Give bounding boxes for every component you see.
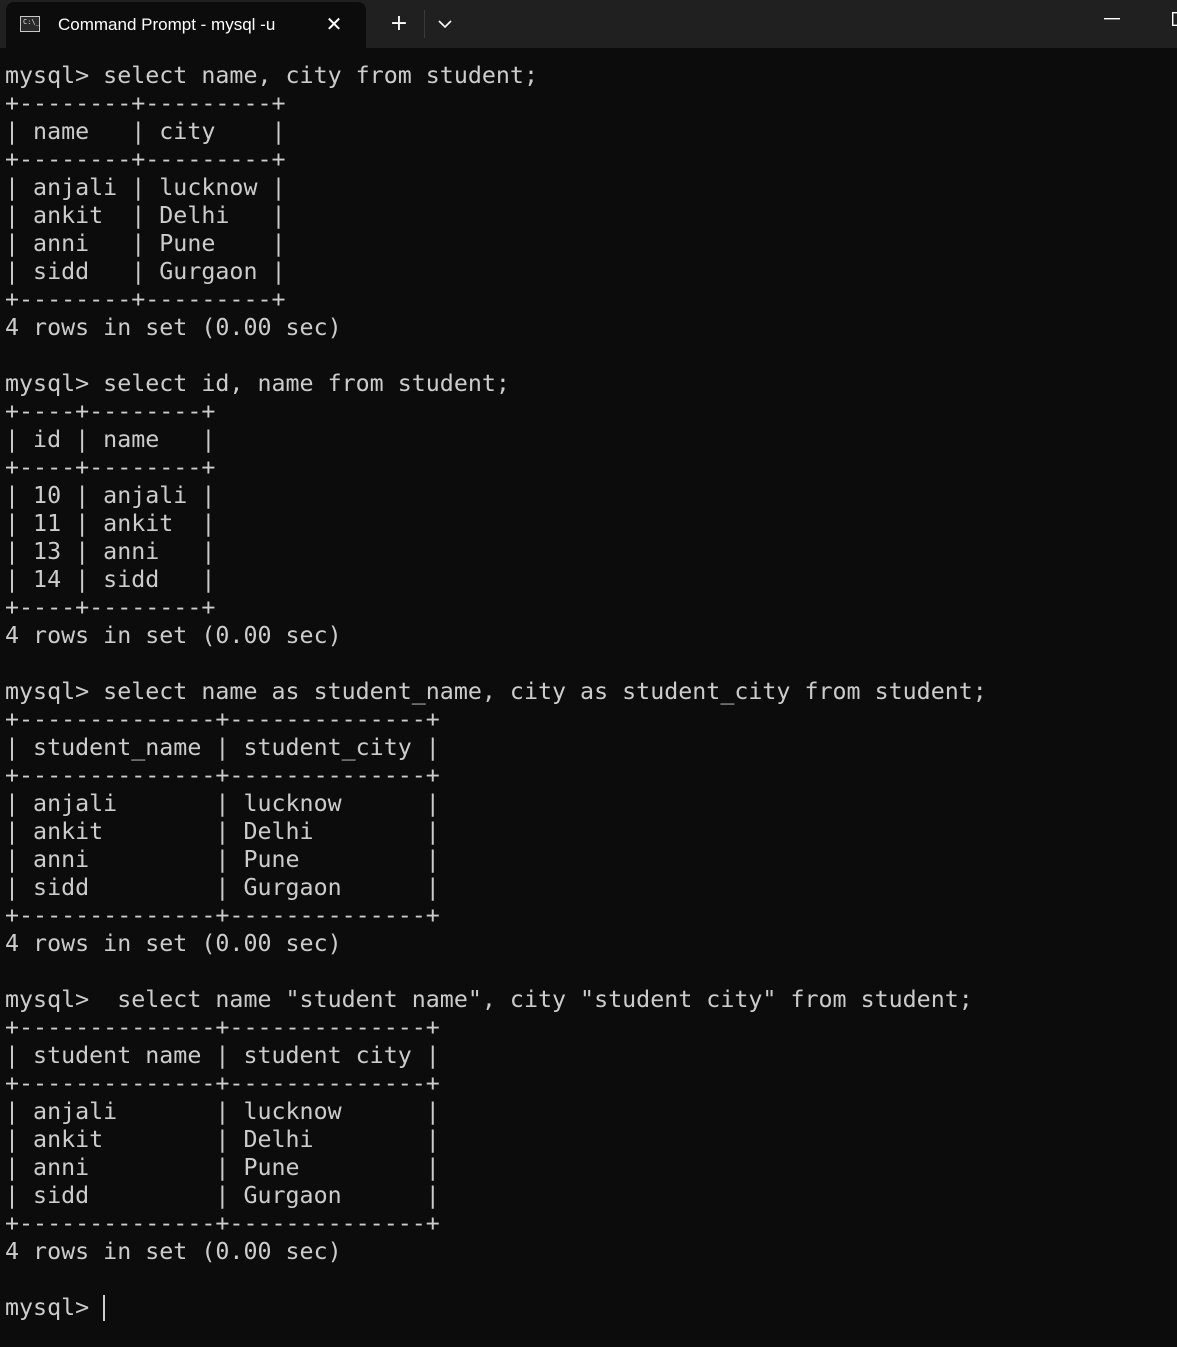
terminal-line: | student name | student city |: [5, 1042, 440, 1069]
title-bar: C:\_ Command Prompt - mysql -u ✕ +: [0, 0, 1177, 48]
terminal-line: | anni | Pune |: [5, 230, 286, 257]
terminal-line: | sidd | Gurgaon |: [5, 1182, 440, 1209]
terminal-line: +--------------+--------------+: [5, 1014, 440, 1041]
terminal-line: | ankit | Delhi |: [5, 818, 440, 845]
tab-command-prompt[interactable]: C:\_ Command Prompt - mysql -u ✕: [6, 2, 366, 48]
terminal-line: | anjali | lucknow |: [5, 174, 286, 201]
terminal-line: | ankit | Delhi |: [5, 202, 286, 229]
maximize-button[interactable]: [1160, 6, 1177, 36]
terminal-output[interactable]: mysql> select name, city from student; +-…: [5, 62, 1175, 1342]
terminal-line: | name | city |: [5, 118, 286, 145]
terminal-line: +--------------+--------------+: [5, 762, 440, 789]
terminal-line: | anjali | lucknow |: [5, 1098, 440, 1125]
chevron-down-icon: [438, 20, 452, 29]
new-tab-button[interactable]: +: [384, 9, 414, 39]
terminal-icon: C:\_: [20, 16, 40, 32]
terminal-line: +--------------+--------------+: [5, 902, 440, 929]
terminal-line: +----+--------+: [5, 454, 216, 481]
prompt-text: mysql>: [5, 1294, 104, 1321]
terminal-line: | sidd | Gurgaon |: [5, 874, 440, 901]
terminal-line: | 14 | sidd |: [5, 566, 216, 593]
terminal-line: | id | name |: [5, 426, 216, 453]
terminal-line: +--------+---------+: [5, 146, 286, 173]
terminal-line: mysql> select name, city from student;: [5, 62, 538, 89]
terminal-line: 4 rows in set (0.00 sec): [5, 1238, 342, 1265]
terminal-line: 4 rows in set (0.00 sec): [5, 314, 342, 341]
tab-dropdown-button[interactable]: [430, 9, 460, 39]
terminal-line: 4 rows in set (0.00 sec): [5, 930, 342, 957]
terminal-line: | 13 | anni |: [5, 538, 216, 565]
terminal-line: +--------------+--------------+: [5, 706, 440, 733]
prompt-line[interactable]: mysql>: [5, 1294, 1175, 1322]
terminal-line: 4 rows in set (0.00 sec): [5, 622, 342, 649]
terminal-line: +----+--------+: [5, 398, 216, 425]
terminal-line: +--------+---------+: [5, 286, 286, 313]
tab-title: Command Prompt - mysql -u: [58, 15, 276, 34]
terminal-line: mysql> select name "student name", city …: [5, 986, 973, 1013]
terminal-line: mysql> select name as student_name, city…: [5, 678, 987, 705]
terminal-line: | anni | Pune |: [5, 1154, 440, 1181]
terminal-line: | 10 | anjali |: [5, 482, 216, 509]
close-tab-button[interactable]: ✕: [322, 12, 346, 36]
minimize-button[interactable]: [1094, 6, 1130, 36]
terminal-line: mysql> select id, name from student;: [5, 370, 510, 397]
terminal-icon-prompt: C:\_: [23, 18, 40, 26]
terminal-line: +--------+---------+: [5, 90, 286, 117]
terminal-line: | student_name | student_city |: [5, 734, 440, 761]
terminal-line: | 11 | ankit |: [5, 510, 216, 537]
terminal-line: +----+--------+: [5, 594, 216, 621]
terminal-line: +--------------+--------------+: [5, 1070, 440, 1097]
text-cursor: [103, 1295, 106, 1321]
terminal-line: | ankit | Delhi |: [5, 1126, 440, 1153]
terminal-line: | sidd | Gurgaon |: [5, 258, 286, 285]
minimize-icon: [1104, 18, 1120, 20]
maximize-icon: [1172, 12, 1177, 26]
terminal-line: | anni | Pune |: [5, 846, 440, 873]
tab-separator: [424, 10, 425, 38]
terminal-line: +--------------+--------------+: [5, 1210, 440, 1237]
terminal-line: | anjali | lucknow |: [5, 790, 440, 817]
